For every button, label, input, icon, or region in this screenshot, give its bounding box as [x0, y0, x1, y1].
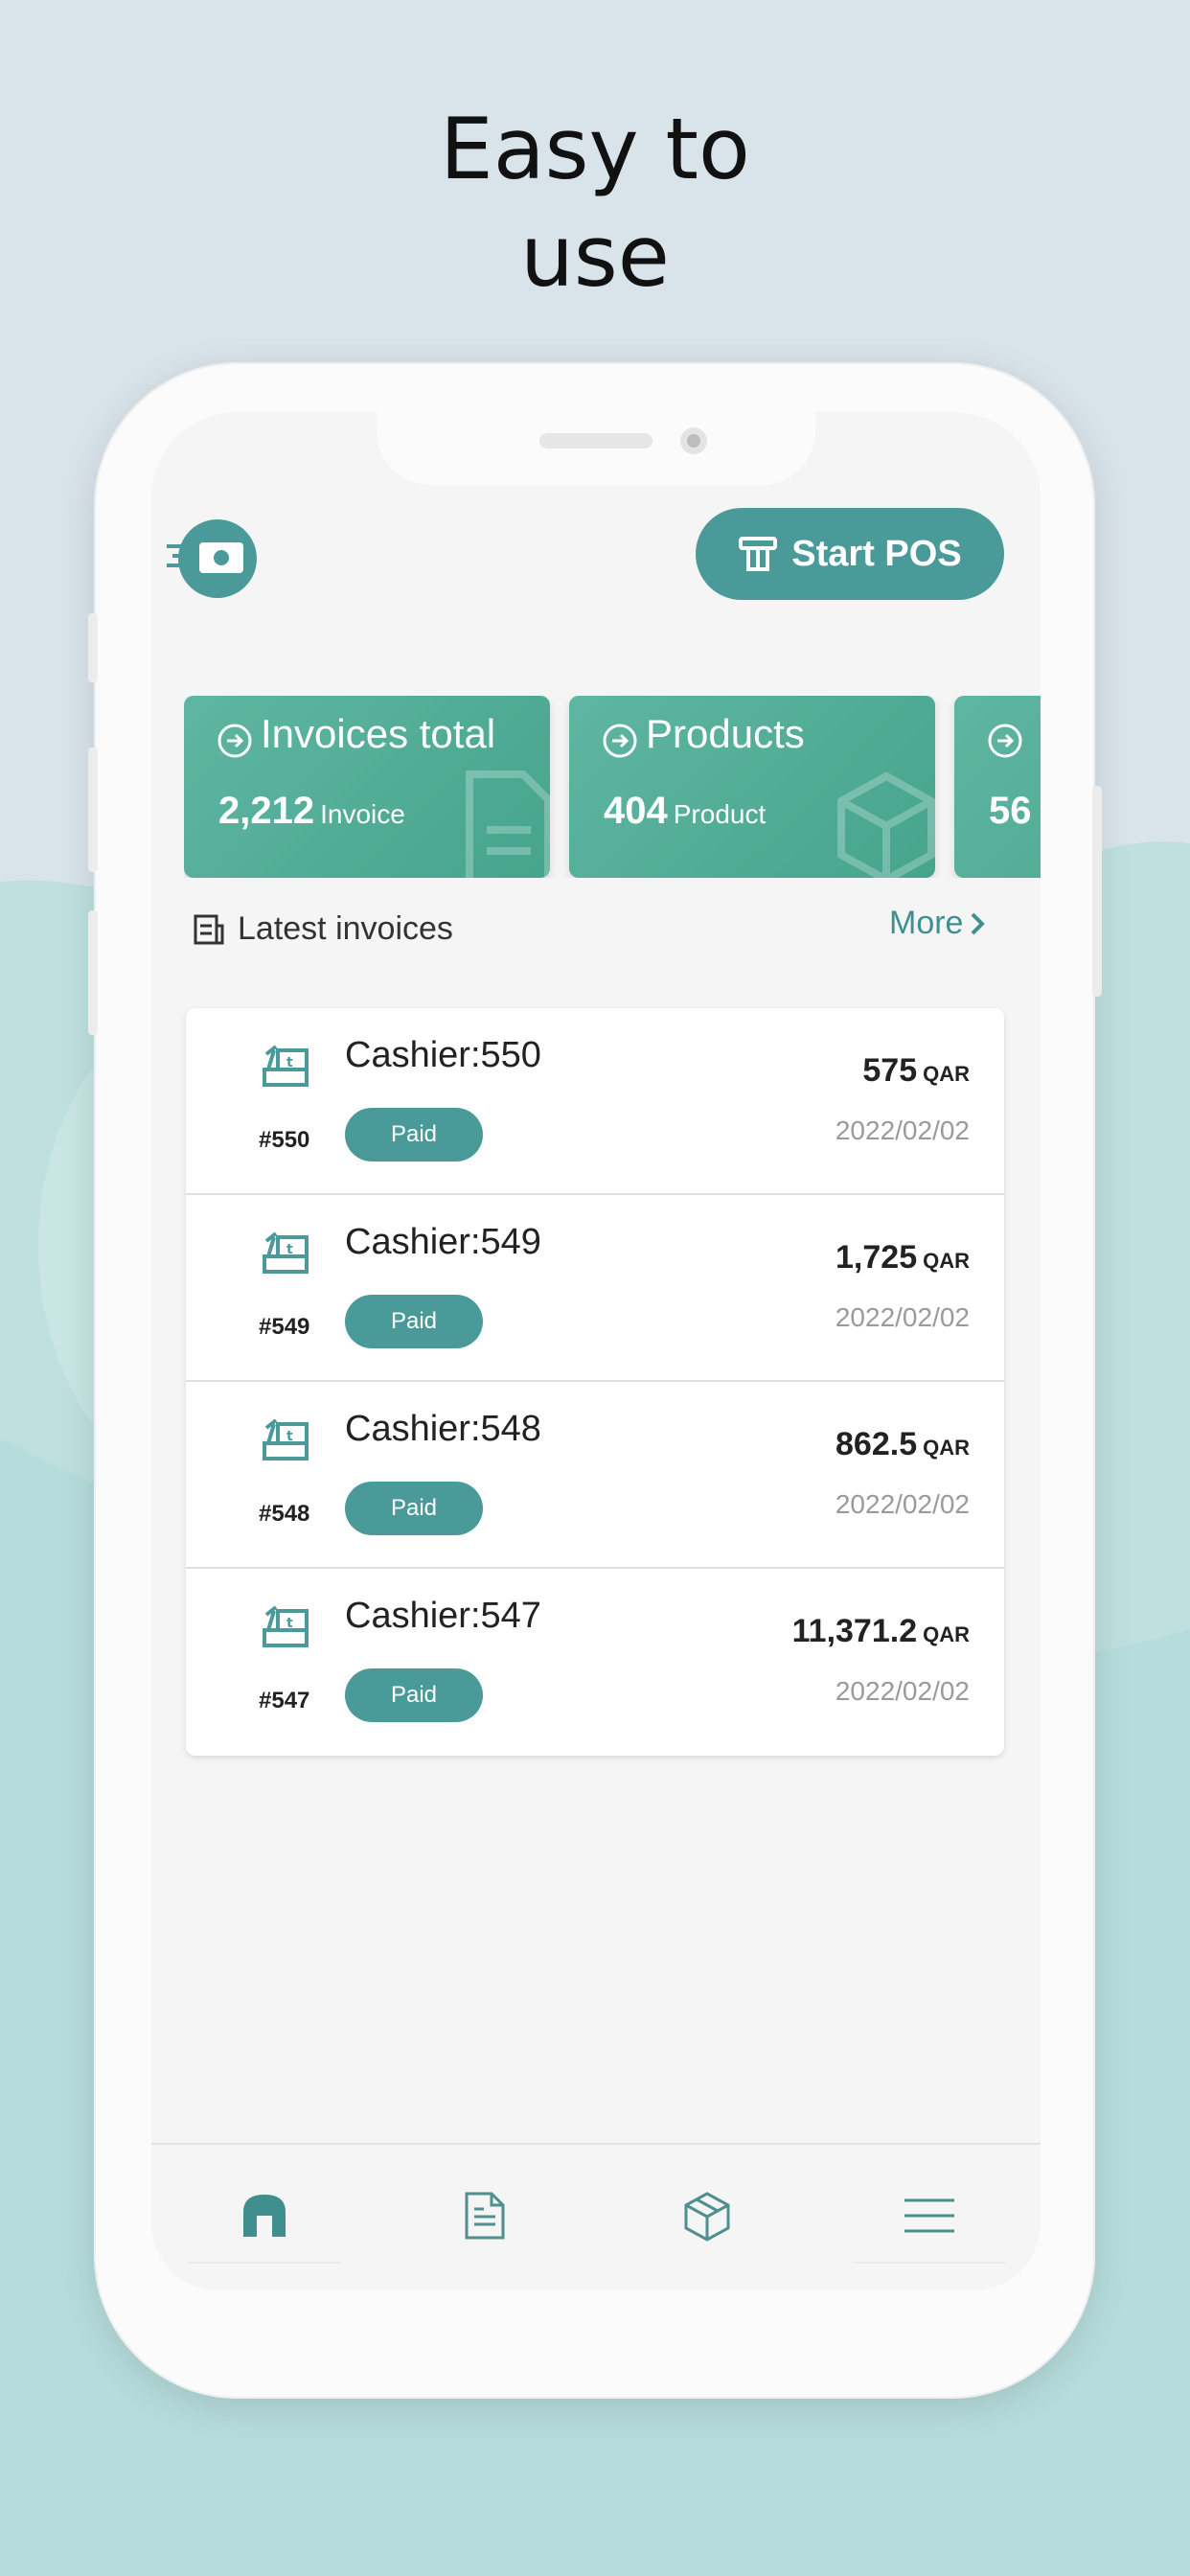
phone-volume-up — [88, 748, 98, 872]
invoice-row[interactable]: t #548 Cashier:548 Paid 862.5 QAR 2022/02… — [186, 1382, 1004, 1569]
stat-card-value: 56 — [989, 790, 1032, 832]
app-logo[interactable] — [167, 519, 257, 598]
fast-money-icon — [167, 542, 243, 573]
status-badge: Paid — [345, 1668, 483, 1722]
invoice-cashier: Cashier:547 — [345, 1596, 541, 1636]
stat-card-value: 2,212 Invoice — [218, 790, 405, 832]
invoice-row[interactable]: t #549 Cashier:549 Paid 1,725 QAR 2022/02… — [186, 1195, 1004, 1382]
phone-volume-down — [88, 910, 98, 1035]
invoice-row[interactable]: t #547 Cashier:547 Paid 11,371.2 QAR 2022… — [186, 1569, 1004, 1756]
headline: Easy to use — [0, 96, 1190, 310]
invoice-row[interactable]: t #550 Cashier:550 Paid 575 QAR 2022/02/0… — [186, 1008, 1004, 1195]
invoice-date: 2022/02/02 — [835, 1302, 970, 1332]
invoice-date: 2022/02/02 — [835, 1116, 970, 1145]
more-label: More — [889, 905, 964, 941]
stat-card-title: Products — [646, 711, 805, 756]
latest-invoices-title: Latest invoices — [238, 910, 453, 947]
invoice-cashier: Cashier:550 — [345, 1035, 541, 1075]
headline-line-2: use — [520, 207, 670, 306]
bottom-nav — [151, 2143, 1041, 2290]
stat-card-value: 404 Product — [604, 790, 767, 832]
nav-item-home[interactable] — [188, 2168, 341, 2264]
cash-register-icon: t — [263, 1045, 309, 1087]
receipt-icon — [194, 914, 224, 944]
nav-underline — [188, 2262, 341, 2264]
phone-notch — [377, 412, 815, 485]
svg-text:t: t — [286, 1242, 293, 1257]
phone-side-button — [88, 613, 98, 682]
home-icon — [243, 2195, 286, 2237]
arrow-circle-icon — [603, 724, 637, 758]
stat-card-third[interactable]: 56 — [954, 696, 1041, 878]
more-link[interactable]: More — [889, 905, 986, 942]
invoice-cashier: Cashier:549 — [345, 1222, 541, 1262]
nav-underline — [853, 2262, 1006, 2264]
invoice-amount: 1,725 QAR — [835, 1239, 970, 1276]
svg-text:t: t — [286, 1429, 293, 1444]
status-badge: Paid — [345, 1482, 483, 1535]
cash-register-icon: t — [263, 1418, 309, 1460]
status-badge: Paid — [345, 1295, 483, 1348]
invoice-amount: 575 QAR — [862, 1052, 970, 1089]
pos-terminal-icon — [739, 537, 778, 571]
cash-register-icon: t — [263, 1231, 309, 1274]
phone-power-button — [1092, 786, 1102, 997]
cash-register-icon: t — [263, 1605, 309, 1647]
invoice-date: 2022/02/02 — [835, 1676, 970, 1706]
box-icon — [837, 771, 935, 878]
invoice-amount: 862.5 QAR — [835, 1426, 970, 1462]
start-pos-button[interactable]: Start POS — [696, 508, 1004, 600]
nav-item-products[interactable] — [630, 2168, 784, 2264]
chevron-right-icon — [972, 912, 986, 934]
nav-item-menu[interactable] — [853, 2168, 1006, 2264]
invoice-number: #549 — [259, 1314, 310, 1340]
phone-camera — [680, 427, 707, 454]
start-pos-label: Start POS — [791, 533, 962, 574]
svg-text:t: t — [286, 1055, 293, 1070]
latest-invoices-heading: Latest invoices — [192, 910, 453, 948]
headline-line-1: Easy to — [440, 100, 750, 198]
svg-text:t: t — [286, 1616, 293, 1631]
app-screen: Start POS Invoices total 2,212 Invoice Pr… — [151, 412, 1041, 2290]
stat-card-title: Invoices total — [261, 711, 496, 756]
invoice-date: 2022/02/02 — [835, 1489, 970, 1519]
stat-cards: Invoices total 2,212 Invoice Products 404… — [184, 696, 1041, 878]
arrow-circle-icon — [217, 724, 252, 758]
invoice-icon — [465, 2192, 505, 2240]
document-icon — [466, 770, 550, 878]
status-badge: Paid — [345, 1108, 483, 1162]
invoice-cashier: Cashier:548 — [345, 1409, 541, 1449]
box-icon — [684, 2192, 730, 2242]
nav-item-invoices[interactable] — [408, 2168, 561, 2264]
invoice-list: t #550 Cashier:550 Paid 575 QAR 2022/02/0… — [186, 1008, 1004, 1756]
invoice-number: #547 — [259, 1688, 310, 1714]
phone-speaker — [539, 433, 652, 448]
stat-card-products[interactable]: Products 404 Product — [569, 696, 935, 878]
invoice-amount: 11,371.2 QAR — [791, 1613, 970, 1649]
arrow-circle-icon — [988, 724, 1022, 758]
invoice-number: #550 — [259, 1127, 310, 1153]
invoice-number: #548 — [259, 1501, 310, 1527]
stat-card-invoices[interactable]: Invoices total 2,212 Invoice — [184, 696, 550, 878]
menu-icon — [904, 2198, 954, 2233]
